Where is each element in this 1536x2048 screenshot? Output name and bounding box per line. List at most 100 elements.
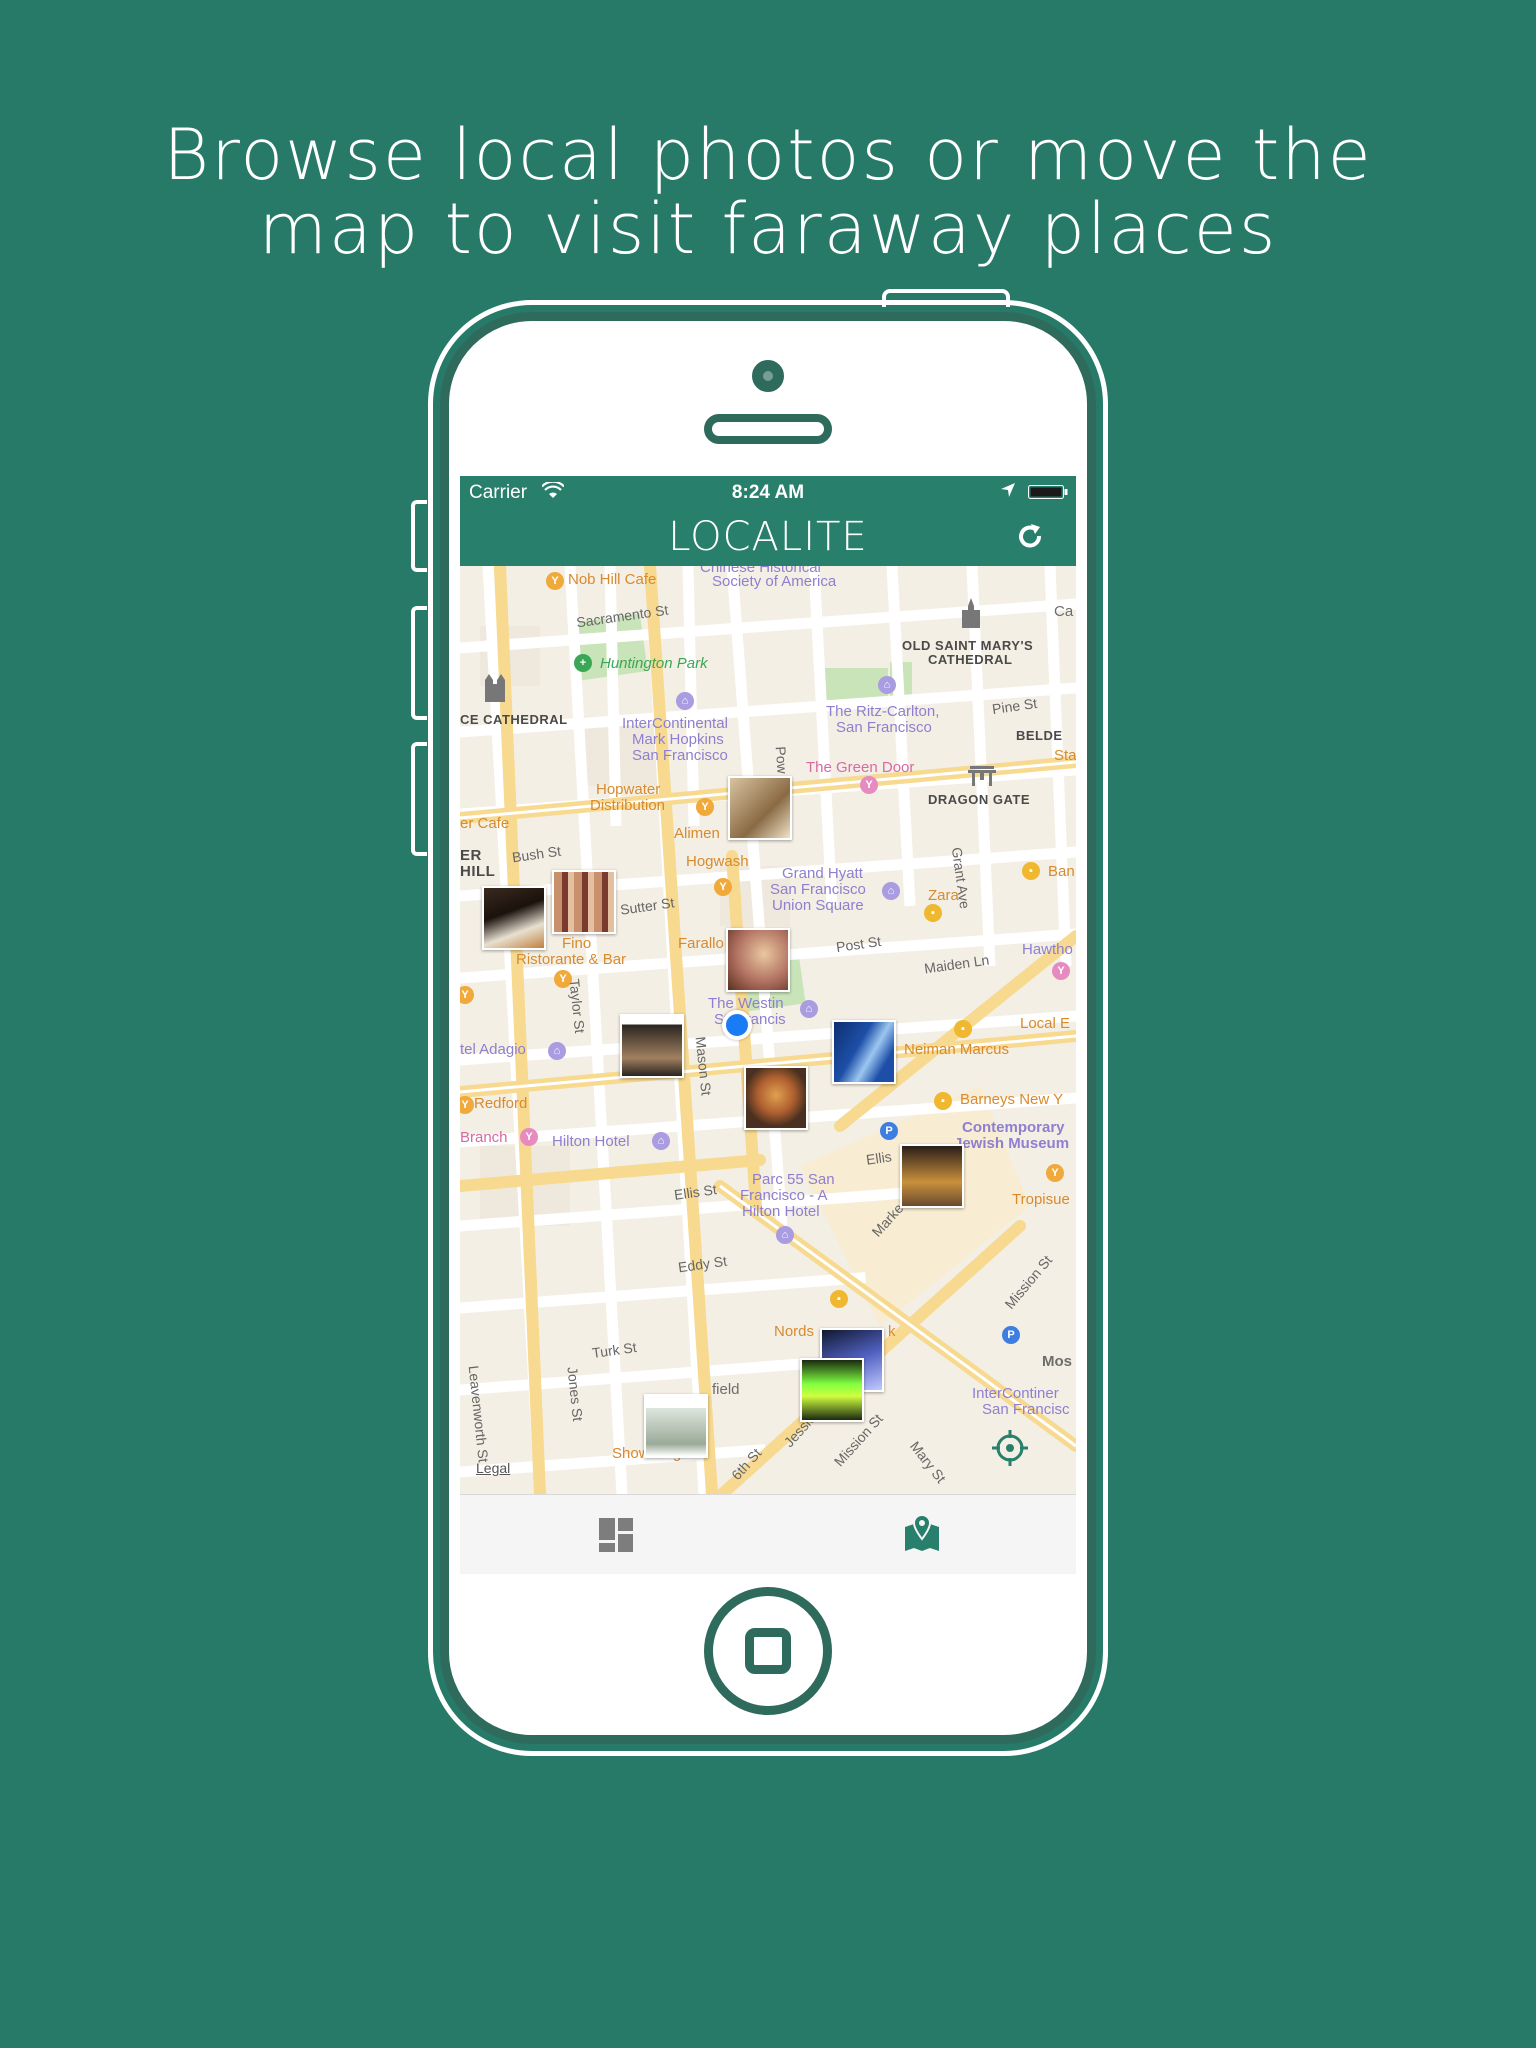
- cathedral-icon: [485, 674, 505, 702]
- map-label: HILL: [460, 863, 496, 880]
- map-label: Ca: [1054, 603, 1074, 620]
- map-label: er Cafe: [460, 815, 510, 832]
- map-label: Mark Hopkins: [632, 731, 724, 748]
- church-icon: [962, 598, 980, 628]
- map-label: Neiman Marcus: [904, 1041, 1010, 1058]
- map-label: San Francisco: [836, 719, 932, 736]
- map-label: Mos: [1042, 1353, 1072, 1370]
- map-label: The Ritz-Carlton,: [826, 703, 940, 720]
- map-streets: [460, 566, 1076, 1494]
- map-label: The Green Door: [806, 759, 915, 776]
- speaker-grille: [704, 414, 832, 444]
- status-bar: Carrier 8:24 AM: [460, 476, 1076, 508]
- restaurant-pin-icon[interactable]: Y: [546, 572, 564, 590]
- map-marker-icon[interactable]: [902, 1513, 942, 1553]
- user-location-dot: [722, 1010, 752, 1040]
- map-label: Tropisue: [1012, 1191, 1070, 1208]
- hotel-pin-icon[interactable]: ⌂: [800, 1000, 818, 1018]
- street-label: Pow: [772, 745, 791, 775]
- map-label: Hopwater: [596, 781, 661, 798]
- map-label: Ristorante & Bar: [516, 951, 627, 968]
- map-label: InterContiner: [972, 1385, 1059, 1402]
- restaurant-pin-icon[interactable]: Y: [714, 878, 732, 896]
- phone-volume-down-button: [411, 742, 427, 856]
- photo-pin-people-collage[interactable]: [552, 870, 616, 934]
- parking-pin-icon[interactable]: P: [1002, 1326, 1020, 1344]
- map-label: San Francisc: [982, 1401, 1070, 1418]
- map-label: Huntington Park: [600, 655, 708, 672]
- map-label: Zara: [928, 887, 959, 904]
- map-label: Distribution: [590, 797, 666, 814]
- nightlife-pin-icon[interactable]: Y: [1052, 962, 1070, 980]
- crosshair-icon[interactable]: [990, 1428, 1030, 1468]
- photo-pin-street-night[interactable]: [900, 1144, 964, 1208]
- map-label: Francisco - A: [740, 1187, 828, 1204]
- map-label: DRAGON GATE: [928, 792, 1031, 807]
- map-label: Hilton Hotel: [742, 1203, 820, 1220]
- map-label: Ban: [1048, 863, 1075, 880]
- app-screen: Carrier 8:24 AM LOCALITE Y ⌂ ⌂ Y Y Y ⌂ ▪…: [460, 476, 1076, 1574]
- map-label: Hilton Hotel: [552, 1133, 630, 1150]
- map-label: CATHEDRAL: [928, 652, 1013, 667]
- photo-pin-food-plate[interactable]: [744, 1066, 808, 1130]
- map-label: Branch: [460, 1129, 508, 1146]
- photo-pin-selfie[interactable]: [726, 928, 790, 992]
- map-label: Grand Hyatt: [782, 865, 863, 882]
- map-label: Farallo: [678, 935, 724, 952]
- phone-mute-switch: [411, 500, 427, 572]
- map-label: field: [712, 1381, 740, 1398]
- map-label: CE CATHEDRAL: [460, 712, 568, 727]
- photo-pin-dinner-table[interactable]: [482, 886, 546, 950]
- shopping-pin-icon[interactable]: ▪: [934, 1092, 952, 1110]
- map-view[interactable]: Y ⌂ ⌂ Y Y Y ⌂ ▪ ▪ Y Y ⌂ ▪ ⌂ ▪ P Y ⌂ Y ⌂ …: [460, 566, 1076, 1494]
- headline-line-1: Browse local photos or move the: [163, 114, 1373, 196]
- photo-pin-concert-2[interactable]: [800, 1358, 864, 1422]
- shopping-pin-icon[interactable]: ▪: [924, 904, 942, 922]
- map-label: Alimen: [674, 825, 720, 842]
- shopping-pin-icon[interactable]: ▪: [830, 1290, 848, 1308]
- park-pin-icon[interactable]: +: [574, 654, 592, 672]
- photo-pin-group[interactable]: [620, 1014, 684, 1078]
- map-label: San Francisco: [632, 747, 728, 764]
- photo-pin-pastry[interactable]: [728, 776, 792, 840]
- tab-bar: [460, 1494, 1076, 1574]
- restaurant-pin-icon[interactable]: Y: [696, 798, 714, 816]
- map-label: Parc 55 San: [752, 1171, 835, 1188]
- hotel-pin-icon[interactable]: ⌂: [776, 1226, 794, 1244]
- map-label: Redford: [474, 1095, 528, 1112]
- map-label: Sta: [1054, 747, 1076, 764]
- restaurant-pin-icon[interactable]: Y: [1046, 1164, 1064, 1182]
- map-label: San Francisco: [770, 881, 866, 898]
- status-time: 8:24 AM: [731, 482, 805, 503]
- map-label: k: [888, 1323, 896, 1340]
- nightlife-pin-icon[interactable]: Y: [860, 776, 878, 794]
- map-label: Barneys New Y: [960, 1091, 1064, 1108]
- photo-pin-skyscraper[interactable]: [832, 1020, 896, 1084]
- map-label: Jewish Museum: [954, 1135, 1070, 1152]
- map-label: Hogwash: [686, 853, 749, 870]
- hotel-pin-icon[interactable]: ⌂: [882, 882, 900, 900]
- hotel-pin-icon[interactable]: ⌂: [878, 676, 896, 694]
- map-label: Contemporary: [962, 1119, 1065, 1136]
- refresh-icon[interactable]: [1012, 519, 1048, 555]
- map-label: Union Square: [772, 897, 864, 914]
- shopping-pin-icon[interactable]: ▪: [954, 1020, 972, 1038]
- hotel-pin-icon[interactable]: ⌂: [548, 1042, 566, 1060]
- legal-link[interactable]: Legal: [476, 1460, 510, 1476]
- nightlife-pin-icon[interactable]: Y: [520, 1128, 538, 1146]
- phone-volume-up-button: [411, 606, 427, 720]
- home-button[interactable]: [704, 1587, 832, 1715]
- battery-icon: [1028, 485, 1068, 499]
- map-label: tel Adagio: [460, 1041, 526, 1058]
- map-label: The Westin: [708, 995, 784, 1012]
- map-label: BELDE: [1016, 728, 1063, 743]
- camera-icon: [752, 360, 784, 392]
- hotel-pin-icon[interactable]: ⌂: [652, 1132, 670, 1150]
- map-label: Fino: [562, 935, 592, 952]
- hotel-pin-icon[interactable]: ⌂: [676, 692, 694, 710]
- app-title: LOCALITE: [668, 514, 868, 560]
- photo-pin-building[interactable]: [644, 1394, 708, 1458]
- grid-icon[interactable]: [596, 1515, 636, 1555]
- shopping-pin-icon[interactable]: ▪: [1022, 862, 1040, 880]
- parking-pin-icon[interactable]: P: [880, 1122, 898, 1140]
